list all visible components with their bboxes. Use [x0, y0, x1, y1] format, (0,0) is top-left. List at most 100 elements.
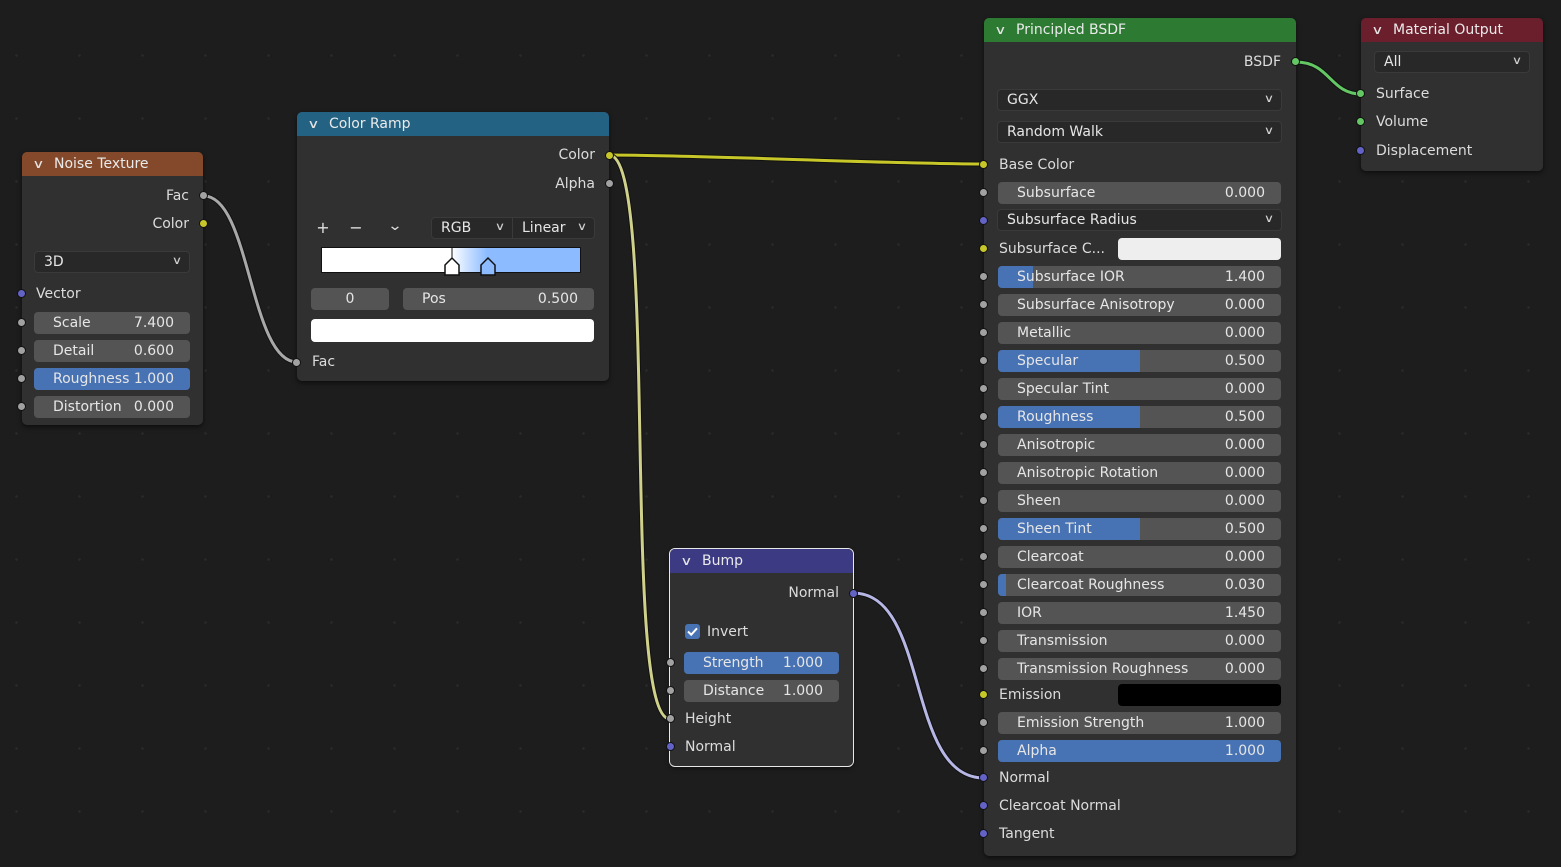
ior-field[interactable]: IOR 1.450 [998, 602, 1281, 624]
scale-field[interactable]: Scale 7.400 [34, 312, 190, 334]
emission-strength-field[interactable]: Emission Strength 1.000 [998, 712, 1281, 734]
input-normal-socket[interactable] [979, 773, 988, 782]
output-alpha-socket[interactable] [605, 179, 614, 188]
input-fac-socket[interactable] [292, 358, 301, 367]
input-specular-tint-socket[interactable] [979, 384, 988, 393]
clearcoat-roughness-field[interactable]: Clearcoat Roughness 0.030 [998, 574, 1281, 596]
input-volume-socket[interactable] [1356, 117, 1365, 126]
sheen-tint-field[interactable]: Sheen Tint 0.500 [998, 518, 1281, 540]
color-ramp-header[interactable]: ∨ Color Ramp [297, 112, 609, 136]
input-ior-socket[interactable] [979, 608, 988, 617]
input-detail-socket[interactable] [17, 346, 26, 355]
dimensions-dropdown[interactable]: 3D ∨ [34, 251, 190, 273]
clearcoat-field[interactable]: Clearcoat 0.000 [998, 546, 1281, 568]
ramp-stop-0-handle[interactable] [444, 256, 460, 276]
link-bsdf-to-surface[interactable] [1295, 59, 1362, 97]
target-dropdown[interactable]: All ∨ [1374, 51, 1530, 73]
input-vector-socket[interactable] [17, 289, 26, 298]
bump-node[interactable]: ∨ Bump Normal Invert Strength 1.000 Dist… [669, 548, 854, 767]
alpha-field[interactable]: Alpha 1.000 [998, 740, 1281, 762]
input-subsurface-ior-socket[interactable] [979, 272, 988, 281]
subsurface-anisotropy-field[interactable]: Subsurface Anisotropy 0.000 [998, 294, 1281, 316]
noise-texture-node[interactable]: ∨ Noise Texture Fac Color 3D ∨ Vector Sc… [22, 152, 203, 425]
input-tangent-socket[interactable] [979, 829, 988, 838]
distortion-field[interactable]: Distortion 0.000 [34, 396, 190, 418]
input-alpha-socket[interactable] [979, 746, 988, 755]
input-clearcoat-normal-socket[interactable] [979, 801, 988, 810]
bump-header[interactable]: ∨ Bump [670, 549, 853, 573]
input-displacement-socket[interactable] [1356, 146, 1365, 155]
input-subsurface-color-socket[interactable] [979, 244, 988, 253]
input-clearcoat-socket[interactable] [979, 552, 988, 561]
color-mode-dropdown[interactable]: RGB ∨ [431, 217, 513, 239]
link-ramp-color-to-bump-height[interactable] [608, 152, 671, 722]
input-subsurface-radius-socket[interactable] [979, 216, 988, 225]
invert-checkbox[interactable] [685, 624, 700, 639]
stop-color-swatch[interactable] [311, 319, 594, 342]
anisotropic-rotation-field[interactable]: Anisotropic Rotation 0.000 [998, 462, 1281, 484]
specular-field[interactable]: Specular 0.500 [998, 350, 1281, 372]
roughness-field[interactable]: Roughness 0.500 [998, 406, 1281, 428]
input-strength-socket[interactable] [666, 658, 675, 667]
input-roughness-socket[interactable] [979, 412, 988, 421]
subsurface-ior-field[interactable]: Subsurface IOR 1.400 [998, 266, 1281, 288]
stop-position-field[interactable]: Pos 0.500 [403, 288, 594, 310]
subsurface-color-swatch[interactable] [1118, 238, 1281, 260]
input-distortion-socket[interactable] [17, 402, 26, 411]
link-ramp-color-to-base-color[interactable] [608, 152, 985, 167]
input-roughness-socket[interactable] [17, 374, 26, 383]
remove-stop-button[interactable]: − [343, 217, 369, 239]
link-noise-fac-to-ramp-fac[interactable] [203, 193, 298, 365]
input-surface-socket[interactable] [1356, 89, 1365, 98]
sheen-field[interactable]: Sheen 0.000 [998, 490, 1281, 512]
material-output-node[interactable]: ∨ Material Output All ∨ Surface Volume D… [1361, 18, 1543, 171]
material-output-header[interactable]: ∨ Material Output [1361, 18, 1543, 42]
metallic-field[interactable]: Metallic 0.000 [998, 322, 1281, 344]
active-stop-index-field[interactable]: 0 [311, 288, 389, 310]
noise-texture-header[interactable]: ∨ Noise Texture [22, 152, 203, 176]
roughness-field[interactable]: Roughness 1.000 [34, 368, 190, 390]
output-normal-socket[interactable] [849, 589, 858, 598]
input-clearcoat-roughness-socket[interactable] [979, 580, 988, 589]
input-scale-socket[interactable] [17, 318, 26, 327]
collapse-chevron-icon[interactable]: ∨ [1371, 18, 1383, 42]
subsurface-field[interactable]: Subsurface 0.000 [998, 182, 1281, 204]
specular-tint-field[interactable]: Specular Tint 0.000 [998, 378, 1281, 400]
detail-field[interactable]: Detail 0.600 [34, 340, 190, 362]
distance-field[interactable]: Distance 1.000 [684, 680, 839, 702]
color-ramp-node[interactable]: ∨ Color Ramp Color Alpha + − ⌄ RGB ∨ Lin… [297, 112, 609, 381]
input-emission-socket[interactable] [979, 690, 988, 699]
input-anisotropic-rotation-socket[interactable] [979, 468, 988, 477]
input-sheen-socket[interactable] [979, 496, 988, 505]
input-transmission-socket[interactable] [979, 636, 988, 645]
anisotropic-field[interactable]: Anisotropic 0.000 [998, 434, 1281, 456]
emission-color-swatch[interactable] [1118, 684, 1281, 706]
ramp-stop-1-handle[interactable] [480, 256, 496, 276]
transmission-field[interactable]: Transmission 0.000 [998, 630, 1281, 652]
output-fac-socket[interactable] [199, 191, 208, 200]
link-bump-normal-to-bsdf-normal[interactable] [852, 590, 985, 781]
input-subsurface-socket[interactable] [979, 188, 988, 197]
input-specular-socket[interactable] [979, 356, 988, 365]
collapse-chevron-icon[interactable]: ∨ [32, 152, 44, 176]
add-stop-button[interactable]: + [310, 217, 336, 239]
collapse-chevron-icon[interactable]: ∨ [307, 112, 319, 136]
output-color-socket[interactable] [605, 151, 614, 160]
input-transmission-roughness-socket[interactable] [979, 664, 988, 673]
input-anisotropic-socket[interactable] [979, 440, 988, 449]
input-subsurface-anisotropy-socket[interactable] [979, 300, 988, 309]
input-distance-socket[interactable] [666, 686, 675, 695]
output-bsdf-socket[interactable] [1291, 57, 1300, 66]
distribution-dropdown[interactable]: GGX ∨ [997, 89, 1282, 111]
input-base-color-socket[interactable] [979, 160, 988, 169]
strength-field[interactable]: Strength 1.000 [684, 652, 839, 674]
input-normal-socket[interactable] [666, 742, 675, 751]
subsurface-radius-dropdown[interactable]: Subsurface Radius ∨ [997, 209, 1282, 231]
subsurface-method-dropdown[interactable]: Random Walk ∨ [997, 121, 1282, 143]
input-height-socket[interactable] [666, 714, 675, 723]
input-emission-strength-socket[interactable] [979, 718, 988, 727]
output-color-socket[interactable] [199, 219, 208, 228]
interpolation-dropdown[interactable]: Linear ∨ [512, 217, 595, 239]
transmission-roughness-field[interactable]: Transmission Roughness 0.000 [998, 658, 1281, 680]
principled-bsdf-header[interactable]: ∨ Principled BSDF [984, 18, 1296, 42]
